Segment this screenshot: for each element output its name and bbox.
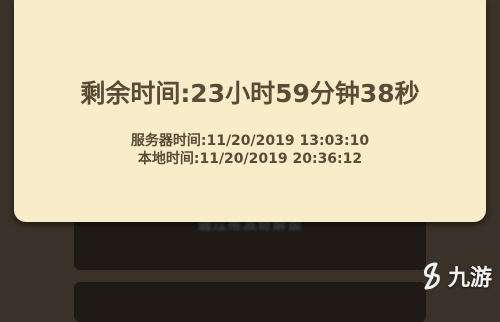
local-time-label: 本地时间:11/20/2019 20:36:12: [137, 151, 363, 167]
background-panel-bottom: [74, 282, 426, 322]
time-info: 服务器时间:11/20/2019 13:03:10 本地时间:11/20/201…: [14, 132, 486, 168]
remaining-time-label: 剩余时间:23小时59分钟38秒: [80, 79, 420, 108]
watermark-text: 九游: [447, 266, 492, 291]
server-time-label: 服务器时间:11/20/2019 13:03:10: [130, 133, 370, 149]
timer-dialog: 剩余时间:23小时59分钟38秒 服务器时间:11/20/2019 13:03:…: [14, 0, 486, 222]
jiuyou-logo-icon: [420, 262, 446, 290]
watermark-logo: 九游: [420, 260, 492, 292]
